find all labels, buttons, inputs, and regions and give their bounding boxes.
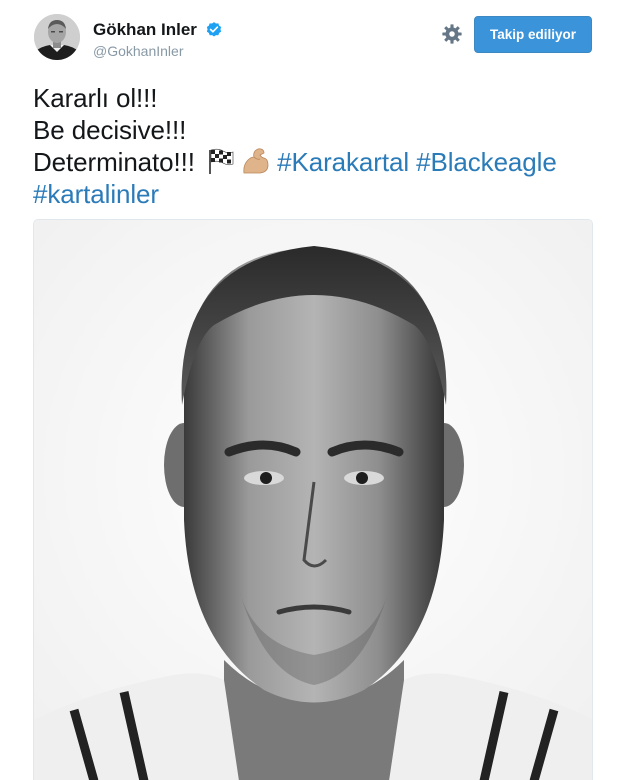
- chequered-flag-icon: [206, 147, 236, 175]
- display-name[interactable]: Gökhan Inler: [93, 20, 197, 40]
- following-button[interactable]: Takip ediliyor: [474, 16, 592, 53]
- tweet-line-1: Kararlı ol!!!: [33, 83, 158, 113]
- hashtag-kartalinler[interactable]: #kartalinler: [33, 179, 159, 209]
- hashtag-karakartal[interactable]: #Karakartal: [277, 147, 409, 177]
- tweet: Gökhan Inler @GokhanInler Takip ediliyor…: [0, 0, 617, 780]
- avatar[interactable]: [34, 14, 80, 60]
- tweet-line-3-text: Determinato!!!: [33, 147, 203, 177]
- tweet-line-2: Be decisive!!!: [33, 115, 187, 145]
- hashtag-blackeagle[interactable]: #Blackeagle: [416, 147, 557, 177]
- tweet-line-4: #kartalinler: [33, 178, 598, 210]
- tweet-text: Kararlı ol!!! Be decisive!!! Determinato…: [33, 82, 598, 210]
- tweet-line-3: Determinato!!! #Karakartal #Blackeagle: [33, 146, 598, 178]
- verified-badge-icon: [206, 22, 222, 37]
- user-handle[interactable]: @GokhanInler: [93, 43, 183, 59]
- tweet-photo[interactable]: [33, 219, 593, 780]
- flexed-biceps-icon: [240, 147, 270, 175]
- gear-icon[interactable]: [441, 23, 463, 45]
